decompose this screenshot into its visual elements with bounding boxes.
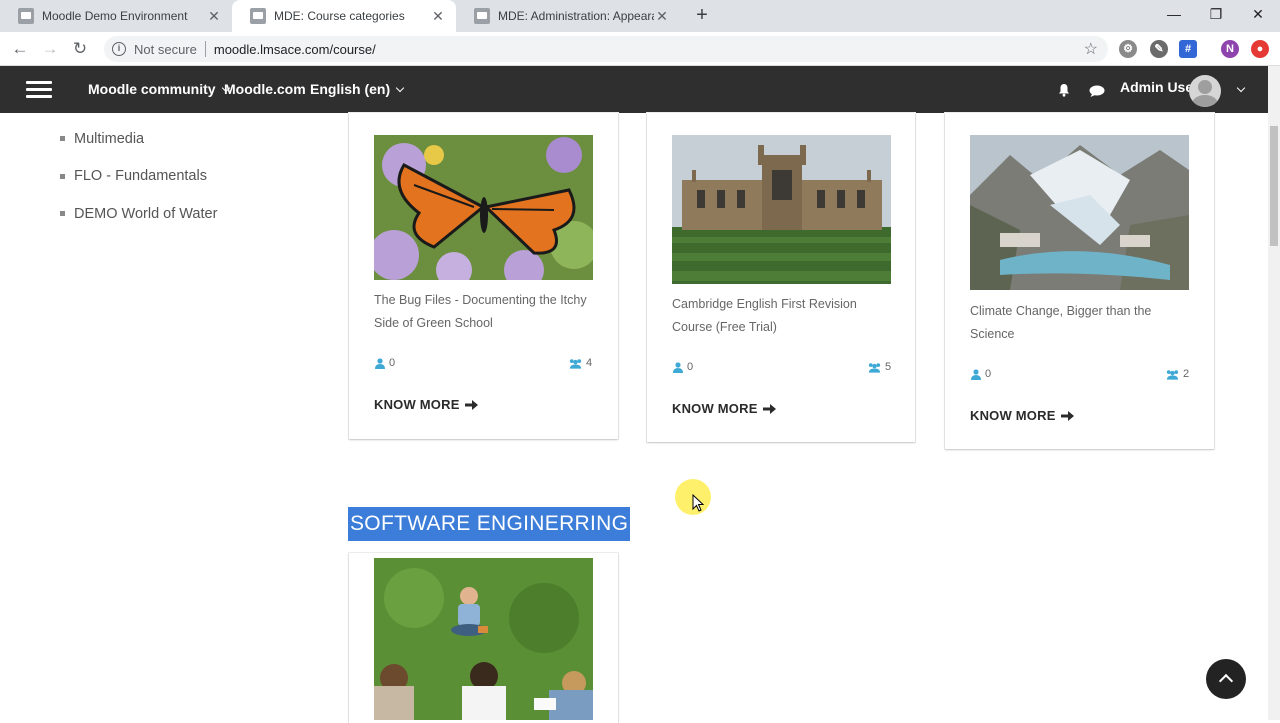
enrolled-count: 4 xyxy=(568,357,592,369)
arrow-right-icon xyxy=(1060,410,1074,421)
url-text[interactable]: moodle.lmsace.com/course/ xyxy=(214,42,376,57)
enrolled-count-value: 2 xyxy=(1183,368,1190,380)
know-more-button[interactable]: KNOW MORE xyxy=(374,397,478,412)
close-tab-icon[interactable]: ✕ xyxy=(430,8,446,25)
restore-button[interactable]: ❐ xyxy=(1194,0,1238,30)
forward-arrow-icon[interactable]: → xyxy=(38,37,62,61)
moodle-community-label: Moodle community xyxy=(88,81,216,97)
course-card: Cambridge English First Revision Course … xyxy=(647,113,915,442)
course-card: Climate Change, Bigger than the Science … xyxy=(945,113,1214,449)
know-more-button[interactable]: KNOW MORE xyxy=(970,408,1074,423)
student-count-value: 0 xyxy=(389,357,396,369)
profile-avatar[interactable]: N xyxy=(1221,40,1239,58)
course-title-line: Climate Change, Bigger than the xyxy=(970,304,1152,318)
course-title-line: Course (Free Trial) xyxy=(672,320,777,334)
reload-icon[interactable]: ↻ xyxy=(68,37,92,61)
close-tab-icon[interactable]: ✕ xyxy=(206,8,222,25)
page-favicon-icon xyxy=(250,8,266,24)
close-window-button[interactable]: ✕ xyxy=(1236,0,1280,30)
chevron-down-icon xyxy=(395,83,405,93)
course-title-line: Science xyxy=(970,327,1015,341)
language-menu[interactable]: English (en) xyxy=(310,81,405,97)
course-image-glacier[interactable] xyxy=(970,135,1189,290)
user-icon xyxy=(673,361,683,373)
scroll-to-top-button[interactable] xyxy=(1206,659,1246,699)
scrollbar-thumb[interactable] xyxy=(1270,126,1278,246)
course-image-college[interactable] xyxy=(672,135,891,284)
users-group-icon xyxy=(569,358,582,369)
know-more-label: KNOW MORE xyxy=(672,401,758,416)
info-icon[interactable]: i xyxy=(112,42,126,56)
course-image-outdoor-class[interactable] xyxy=(374,558,593,720)
category-item-flo-fundamentals[interactable]: FLO - Fundamentals xyxy=(60,158,217,196)
extension-pen-icon[interactable]: ✎ xyxy=(1150,40,1168,58)
moodle-community-menu[interactable]: Moodle community xyxy=(88,81,230,97)
browser-tab-course-categories[interactable]: MDE: Course categories ✕ xyxy=(232,0,456,32)
course-image-butterfly[interactable] xyxy=(374,135,593,280)
browser-tab-moodle-demo[interactable]: Moodle Demo Environment ✕ xyxy=(0,0,232,32)
page-scrollbar[interactable] xyxy=(1268,66,1280,720)
category-item-demo-world-of-water[interactable]: DEMO World of Water xyxy=(60,195,217,233)
extension-grid-icon[interactable]: # xyxy=(1179,40,1197,58)
hamburger-menu-icon[interactable] xyxy=(26,81,52,99)
notification-bell-icon[interactable] xyxy=(1057,83,1071,97)
enrolled-count-value: 4 xyxy=(586,357,593,369)
user-icon xyxy=(971,368,981,380)
extension-gear-icon[interactable]: ⚙ xyxy=(1119,40,1137,58)
course-card xyxy=(349,553,618,723)
bookmark-star-icon[interactable]: ☆ xyxy=(1084,39,1098,59)
know-more-label: KNOW MORE xyxy=(970,408,1056,423)
language-label: English (en) xyxy=(310,81,391,97)
browser-toolbar: ← → ↻ i Not secure moodle.lmsace.com/cou… xyxy=(0,32,1280,66)
enrolled-count: 2 xyxy=(1165,368,1189,380)
address-bar[interactable]: i Not secure moodle.lmsace.com/course/ ☆ xyxy=(104,36,1108,62)
site-navbar: Moodle community Moodle.com English (en)… xyxy=(0,66,1268,113)
arrow-right-icon xyxy=(762,403,776,414)
arrow-right-icon xyxy=(464,399,478,410)
student-count: 0 xyxy=(970,368,991,380)
student-count-value: 0 xyxy=(985,368,992,380)
page-favicon-icon xyxy=(18,8,34,24)
category-section-title[interactable]: SOFTWARE ENGINERRING xyxy=(348,507,631,541)
course-title[interactable]: Cambridge English First Revision Course … xyxy=(672,293,896,339)
mouse-pointer-icon xyxy=(692,494,704,512)
course-card: The Bug Files - Documenting the Itchy Si… xyxy=(349,113,618,439)
close-tab-icon[interactable]: ✕ xyxy=(654,8,670,25)
address-divider xyxy=(204,41,206,57)
minimize-button[interactable]: — xyxy=(1152,0,1196,30)
users-group-icon xyxy=(1166,369,1179,380)
enrolled-count: 5 xyxy=(867,361,891,373)
tab-title: MDE: Administration: Appearanc xyxy=(498,9,654,23)
student-count: 0 xyxy=(374,357,395,369)
category-list: Multimedia FLO - Fundamentals DEMO World… xyxy=(60,120,217,233)
user-name[interactable]: Admin User xyxy=(1120,79,1199,95)
moodle-com-link[interactable]: Moodle.com xyxy=(224,81,306,97)
course-title[interactable]: Climate Change, Bigger than the Science xyxy=(970,300,1194,346)
browser-tab-strip: Moodle Demo Environment ✕ MDE: Course ca… xyxy=(0,0,1280,32)
extension-stop-icon[interactable]: ● xyxy=(1251,40,1269,58)
enrolled-count-value: 5 xyxy=(885,361,892,373)
course-title-line: Side of Green School xyxy=(374,316,493,330)
user-avatar[interactable] xyxy=(1189,75,1221,107)
course-title-line: Cambridge English First Revision xyxy=(672,297,857,311)
user-icon xyxy=(375,357,385,369)
know-more-button[interactable]: KNOW MORE xyxy=(672,401,776,416)
course-title[interactable]: The Bug Files - Documenting the Itchy Si… xyxy=(374,289,598,335)
tab-title: MDE: Course categories xyxy=(274,9,405,23)
new-tab-button[interactable]: + xyxy=(690,4,714,28)
category-item-multimedia[interactable]: Multimedia xyxy=(60,120,217,158)
back-arrow-icon[interactable]: ← xyxy=(8,37,32,61)
tab-title: Moodle Demo Environment xyxy=(42,9,188,23)
student-count: 0 xyxy=(672,361,693,373)
page-favicon-icon xyxy=(474,8,490,24)
know-more-label: KNOW MORE xyxy=(374,397,460,412)
security-label: Not secure xyxy=(134,41,197,57)
browser-tab-administration[interactable]: MDE: Administration: Appearanc ✕ xyxy=(456,0,680,32)
user-menu-chevron-icon[interactable] xyxy=(1236,83,1246,93)
student-count-value: 0 xyxy=(687,361,694,373)
course-title-line: The Bug Files - Documenting the Itchy xyxy=(374,293,587,307)
users-group-icon xyxy=(868,362,881,373)
messages-chat-icon[interactable] xyxy=(1089,85,1105,97)
